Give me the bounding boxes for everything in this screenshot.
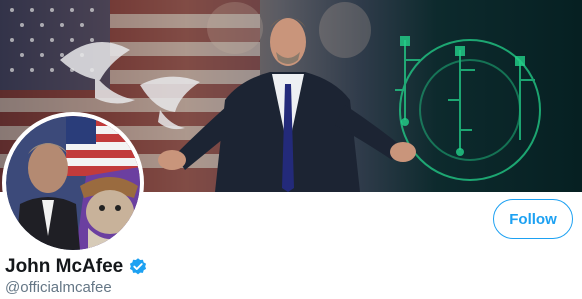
avatar-image <box>6 116 140 250</box>
verified-badge-icon <box>128 257 148 277</box>
display-name: John McAfee <box>5 256 124 277</box>
follow-button[interactable]: Follow <box>493 199 573 239</box>
profile-avatar[interactable] <box>2 112 144 254</box>
profile-name-row: John McAfee <box>5 256 148 278</box>
profile-handle: @officialmcafee <box>5 279 112 296</box>
